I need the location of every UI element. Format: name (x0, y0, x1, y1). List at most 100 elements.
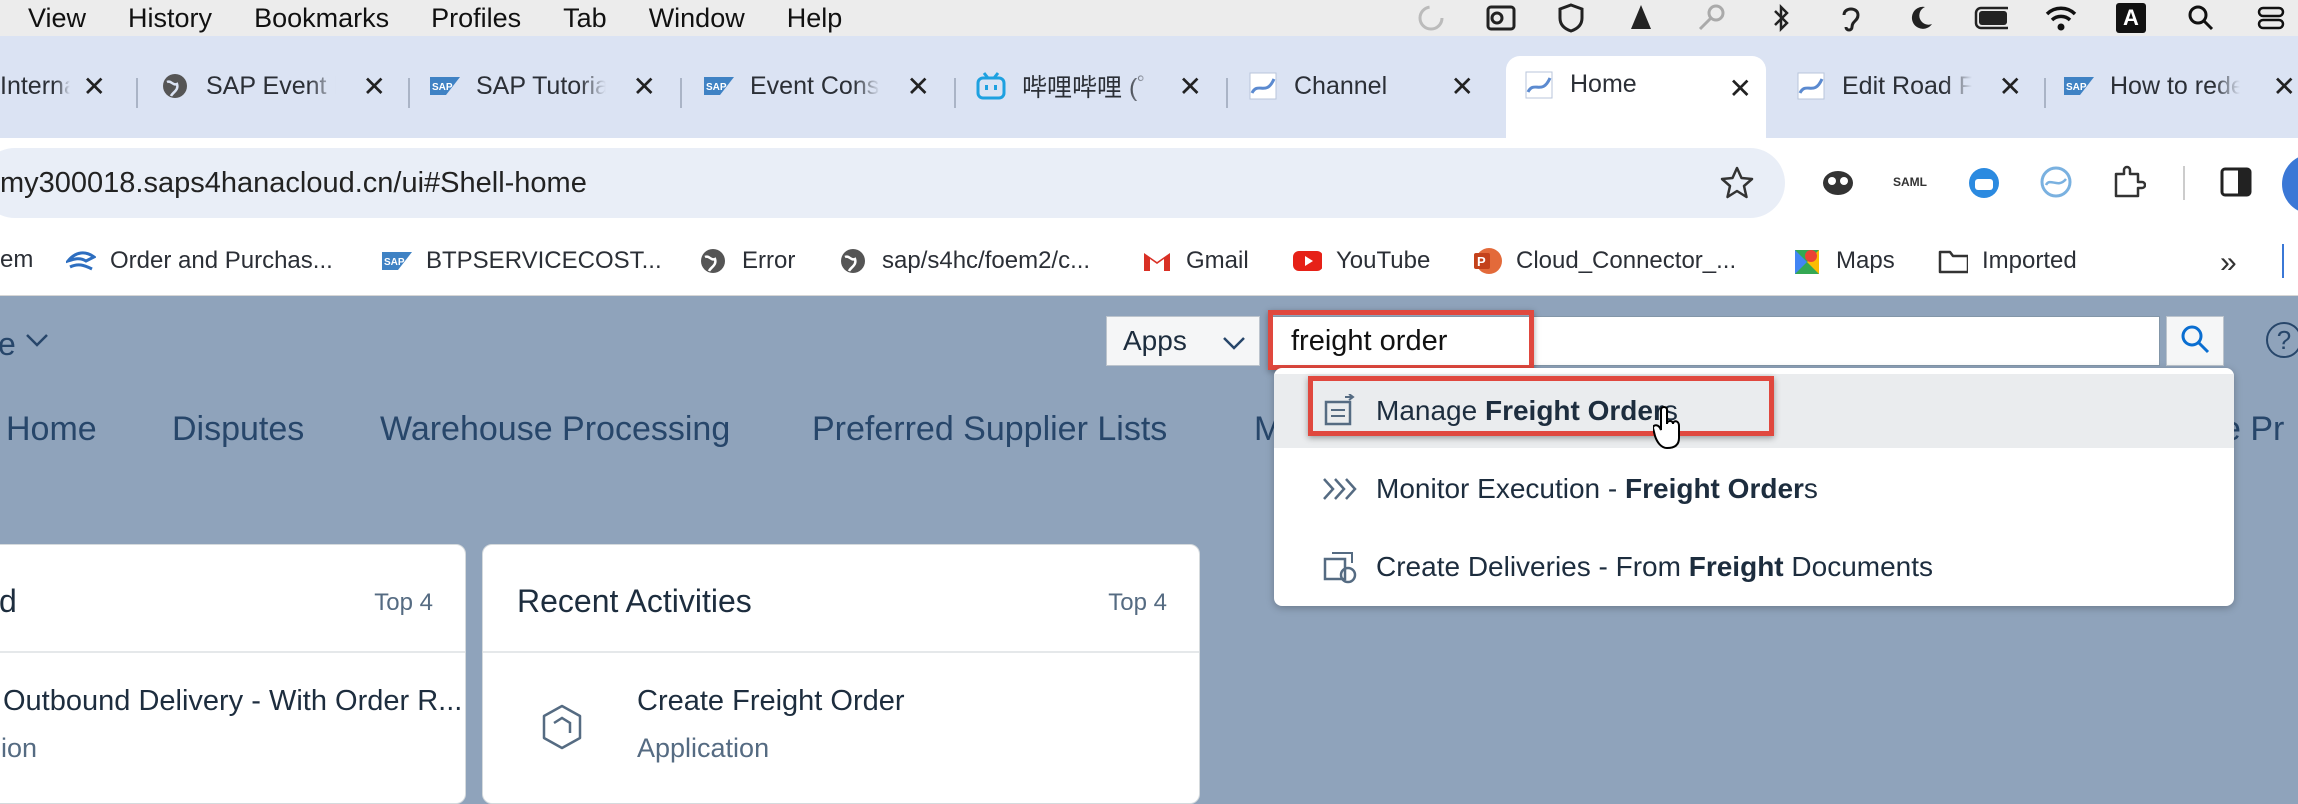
suggestion-text-match: Freight Order (1625, 473, 1804, 504)
bookmark-item[interactable]: Error (698, 246, 795, 276)
close-icon[interactable]: ✕ (633, 70, 656, 103)
sap-wave-icon (1796, 71, 1826, 101)
close-icon[interactable]: ✕ (1179, 70, 1202, 103)
delivery-icon (1322, 549, 1358, 585)
search-button[interactable] (2166, 316, 2224, 366)
ghost-extension-icon[interactable] (1818, 162, 1858, 202)
sidepanel-icon[interactable] (2216, 162, 2256, 202)
tab-interna[interactable]: Interna ✕ (0, 58, 120, 114)
bookmark-item[interactable]: SAP BTPSERVICECOST... (382, 246, 662, 276)
menu-bookmarks[interactable]: Bookmarks (254, 3, 389, 34)
folder-icon (1938, 246, 1968, 276)
bookmark-item[interactable]: Order and Purchas... (66, 246, 333, 276)
bookmark-item[interactable]: Imported (1938, 246, 2077, 276)
highlight-box-suggestion (1308, 376, 1774, 436)
card-divider (0, 651, 465, 653)
key-icon[interactable] (1694, 3, 1728, 33)
bookmark-item[interactable]: em (0, 246, 33, 274)
card-item-subtitle: ion (1, 733, 38, 763)
status-area: A (1414, 0, 2298, 36)
chevron-more-icon[interactable]: » (2220, 246, 2237, 280)
battery-icon[interactable] (1974, 3, 2008, 33)
focus-icon[interactable] (1414, 3, 1448, 33)
saml-extension-icon[interactable]: SAML (1890, 162, 1930, 202)
card-title: Recent Activities (517, 583, 752, 619)
tab-separator (1226, 78, 1228, 108)
close-icon[interactable]: ✕ (2273, 70, 2296, 103)
card-title: d (0, 583, 17, 619)
powerpoint-icon: P (1472, 246, 1502, 276)
suggestion-text-suffix: s (1803, 473, 1818, 504)
dark-mode-icon[interactable] (1904, 3, 1938, 33)
help-icon[interactable]: ? (2266, 322, 2298, 358)
bluetooth-icon[interactable] (1764, 3, 1798, 33)
url-text[interactable]: my300018.saps4hanacloud.cn/ui#Shell-home (0, 167, 587, 200)
tab-bilibili[interactable]: 哔哩哔哩 (゜ ✕ (976, 58, 1216, 114)
tab-sap-tutorial[interactable]: SAP SAP Tutoria ✕ (430, 58, 670, 114)
address-bar[interactable]: my300018.saps4hanacloud.cn/ui#Shell-home (0, 148, 1785, 218)
menu-profiles[interactable]: Profiles (431, 3, 521, 34)
card-item-title[interactable]: Create Freight Order (637, 685, 905, 718)
bookmark-item[interactable]: sap/s4hc/foem2/c... (838, 246, 1090, 276)
chevron-down-icon[interactable] (24, 326, 50, 357)
tab-warehouse-processing[interactable]: Warehouse Processing (380, 410, 730, 449)
close-icon[interactable]: ✕ (1999, 70, 2022, 103)
search-scope-select[interactable]: Apps (1106, 316, 1260, 366)
wifi-icon[interactable] (2044, 3, 2078, 33)
close-icon[interactable]: ✕ (1451, 70, 1474, 103)
control-center-icon[interactable] (2254, 3, 2288, 33)
close-icon[interactable]: ✕ (1729, 72, 1752, 105)
vpn-shield-icon[interactable] (1554, 3, 1588, 33)
tab-disputes[interactable]: Disputes (172, 410, 304, 449)
space-title-fragment[interactable]: e (0, 326, 16, 363)
menu-window[interactable]: Window (649, 3, 745, 34)
cube-icon (539, 703, 585, 756)
bookmarks-bar: em Order and Purchas... SAP BTPSERVICECO… (0, 228, 2298, 296)
tab-label: Edit Road F (1842, 71, 1972, 100)
youtube-icon (1292, 246, 1322, 276)
profile-avatar[interactable] (2282, 154, 2298, 214)
menu-history[interactable]: History (128, 3, 212, 34)
suggestion-create-deliveries[interactable]: Create Deliveries - From Freight Documen… (1274, 530, 2234, 604)
tab-home-active[interactable]: Home ✕ (1506, 56, 1766, 138)
tab-label: SAP Tutoria (476, 71, 606, 100)
suggestion-text-suffix: Documents (1783, 551, 1934, 582)
bookmark-item[interactable]: YouTube (1292, 246, 1430, 276)
close-icon[interactable]: ✕ (907, 70, 930, 103)
wave-extension-icon[interactable] (2036, 162, 2076, 202)
sap-logo-icon: SAP (382, 246, 412, 276)
close-icon[interactable]: ✕ (363, 70, 386, 103)
sap-wave-icon (1524, 70, 1554, 100)
input-source-icon[interactable]: A (2114, 3, 2148, 33)
tab-event-cons[interactable]: SAP Event Cons ✕ (704, 58, 944, 114)
tab-how-to-redeem[interactable]: SAP How to rede ✕ (2064, 58, 2298, 114)
bookmark-item[interactable]: Gmail (1142, 246, 1249, 276)
tab-separator (680, 78, 682, 108)
card-item-subtitle: Application (637, 733, 770, 763)
tab-edit-road[interactable]: Edit Road F ✕ (1796, 58, 2036, 114)
bookmark-item[interactable]: Maps (1792, 246, 1895, 276)
bookmark-star-icon[interactable] (1719, 165, 1755, 206)
card-item-title[interactable]: Outbound Delivery - With Order R... (3, 685, 462, 718)
menu-view[interactable]: View (28, 3, 86, 34)
tab-preferred-supplier-lists[interactable]: Preferred Supplier Lists (812, 410, 1167, 449)
bookmark-label: BTPSERVICECOST... (426, 247, 662, 274)
fiori-shell: e Apps freight order ? Home Disputes War… (0, 296, 2298, 804)
globe-icon (838, 246, 868, 276)
bookmark-item[interactable]: P Cloud_Connector_... (1472, 246, 1736, 276)
puzzle-extensions-icon[interactable] (2108, 162, 2148, 202)
sap-logo-icon: SAP (704, 71, 734, 101)
tab-sap-event[interactable]: SAP Event M ✕ (160, 58, 400, 114)
tab-home[interactable]: Home (6, 410, 97, 449)
bookmark-label: YouTube (1336, 247, 1431, 274)
spotlight-search-icon[interactable] (2184, 3, 2218, 33)
hearing-icon[interactable] (1834, 3, 1868, 33)
menu-tab[interactable]: Tab (563, 3, 607, 34)
bilibili-extension-icon[interactable] (1964, 162, 2004, 202)
suggestion-monitor-execution[interactable]: Monitor Execution - Freight Orders (1274, 452, 2234, 526)
outlook-icon[interactable] (1484, 3, 1518, 33)
vlc-icon[interactable] (1624, 3, 1658, 33)
menu-help[interactable]: Help (787, 3, 843, 34)
close-icon[interactable]: ✕ (83, 70, 106, 103)
tab-channel[interactable]: Channel ✕ (1248, 58, 1488, 114)
